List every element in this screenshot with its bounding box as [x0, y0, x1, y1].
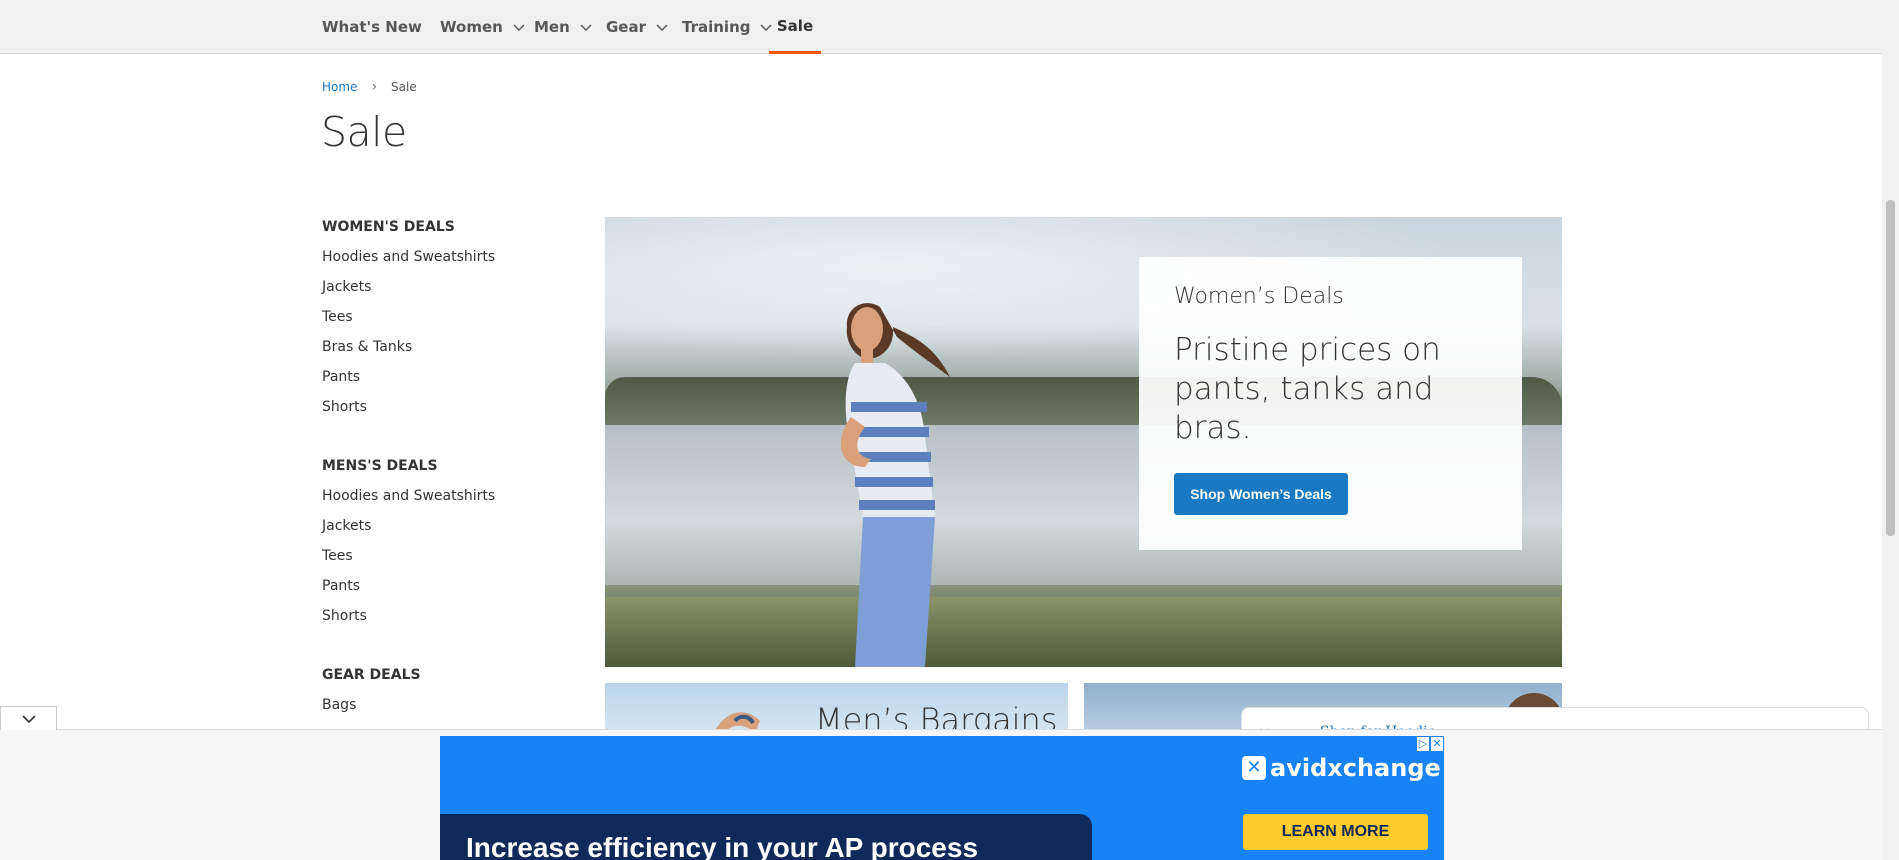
chevron-down-icon: [656, 24, 668, 31]
sidebar-heading: WOMEN'S DEALS: [322, 219, 455, 235]
sidebar-group-gear-deals: GEAR DEALS Bags: [322, 664, 582, 724]
sidebar-heading: GEAR DEALS: [322, 667, 421, 683]
sidebar-heading: MENS'S DEALS: [322, 458, 438, 474]
sidebar-link[interactable]: Jackets: [322, 276, 582, 306]
hero-headline: Pristine prices on pants, tanks and bras…: [1174, 332, 1441, 446]
nav-item-sale[interactable]: Sale: [769, 0, 821, 54]
ad-brand-logo: ✕ avidxchange: [1242, 754, 1441, 782]
breadcrumb-home-link[interactable]: Home: [322, 80, 357, 94]
sidebar-link[interactable]: Bras & Tanks: [322, 336, 582, 366]
page-title: Sale: [321, 108, 407, 156]
ad-headline: Increase efficiency in your AP process: [466, 832, 979, 860]
nav-item-gear[interactable]: Gear: [606, 0, 669, 54]
nav-label: Gear: [606, 18, 647, 36]
sidebar-group-mens-deals: MENS'S DEALS Hoodies and Sweatshirts Jac…: [322, 455, 582, 635]
sidebar-link[interactable]: Hoodies and Sweatshirts: [322, 485, 582, 515]
ad-info-icon[interactable]: ▷: [1416, 736, 1430, 752]
advertisement-banner[interactable]: ▷ ✕ ✕ avidxchange LEARN MORE Increase ef…: [440, 736, 1444, 860]
mens-bargains-tile[interactable]: Men’s Bargains: [605, 683, 1068, 733]
nav-label: Training: [682, 18, 751, 36]
sidebar-link[interactable]: Jackets: [322, 515, 582, 545]
nav-label: What's New: [322, 18, 422, 36]
sidebar-group-womens-deals: WOMEN'S DEALS Hoodies and Sweatshirts Ja…: [322, 216, 582, 426]
nav-item-men[interactable]: Men: [534, 0, 593, 54]
hero-promo-box: Women’s Deals Pristine prices on pants, …: [1139, 257, 1522, 550]
chevron-down-icon: [513, 24, 525, 31]
sidebar-link[interactable]: Tees: [322, 306, 582, 336]
nav-label: Men: [534, 18, 570, 36]
top-navigation: What's New Women Men Gear Training Sale: [0, 0, 1882, 54]
hero-grass: [605, 597, 1562, 667]
breadcrumb-separator-icon: ›: [371, 79, 378, 95]
sidebar-link[interactable]: Hoodies and Sweatshirts: [322, 246, 582, 276]
nav-item-whats-new[interactable]: What's New: [322, 0, 422, 54]
hero-banner[interactable]: Women’s Deals Pristine prices on pants, …: [605, 217, 1562, 667]
nav-label: Women: [440, 18, 503, 36]
sidebar-link[interactable]: Pants: [322, 575, 582, 605]
sidebar-link[interactable]: Pants: [322, 366, 582, 396]
brand-mark-icon: ✕: [1242, 756, 1266, 780]
chevron-down-icon: [21, 714, 36, 723]
ad-close-icon[interactable]: ✕: [1430, 736, 1444, 752]
breadcrumb: Home › Sale: [322, 79, 417, 95]
sidebar-deals: WOMEN'S DEALS Hoodies and Sweatshirts Ja…: [322, 216, 582, 753]
nav-item-training[interactable]: Training: [682, 0, 773, 54]
runner-image: [840, 303, 950, 667]
sidebar-link[interactable]: Bags: [322, 694, 582, 724]
sidebar-link[interactable]: Shorts: [322, 396, 582, 426]
sidebar-link[interactable]: Tees: [322, 545, 582, 575]
ad-brand-name: avidxchange: [1270, 754, 1441, 782]
nav-item-women[interactable]: Women: [440, 0, 526, 54]
breadcrumb-current: Sale: [391, 80, 417, 94]
nav-label: Sale: [776, 16, 814, 35]
ad-learn-more-button[interactable]: LEARN MORE: [1243, 814, 1428, 850]
ad-choices-controls[interactable]: ▷ ✕: [1416, 736, 1444, 752]
sidebar-link[interactable]: Shorts: [322, 605, 582, 635]
chevron-down-icon: [580, 24, 592, 31]
hero-kicker: Women’s Deals: [1174, 284, 1344, 309]
shop-womens-deals-button[interactable]: Shop Women’s Deals: [1174, 473, 1348, 515]
page-scrollbar[interactable]: [1882, 0, 1899, 860]
scrollbar-thumb[interactable]: [1886, 200, 1895, 536]
ad-collapse-toggle[interactable]: [0, 706, 57, 730]
